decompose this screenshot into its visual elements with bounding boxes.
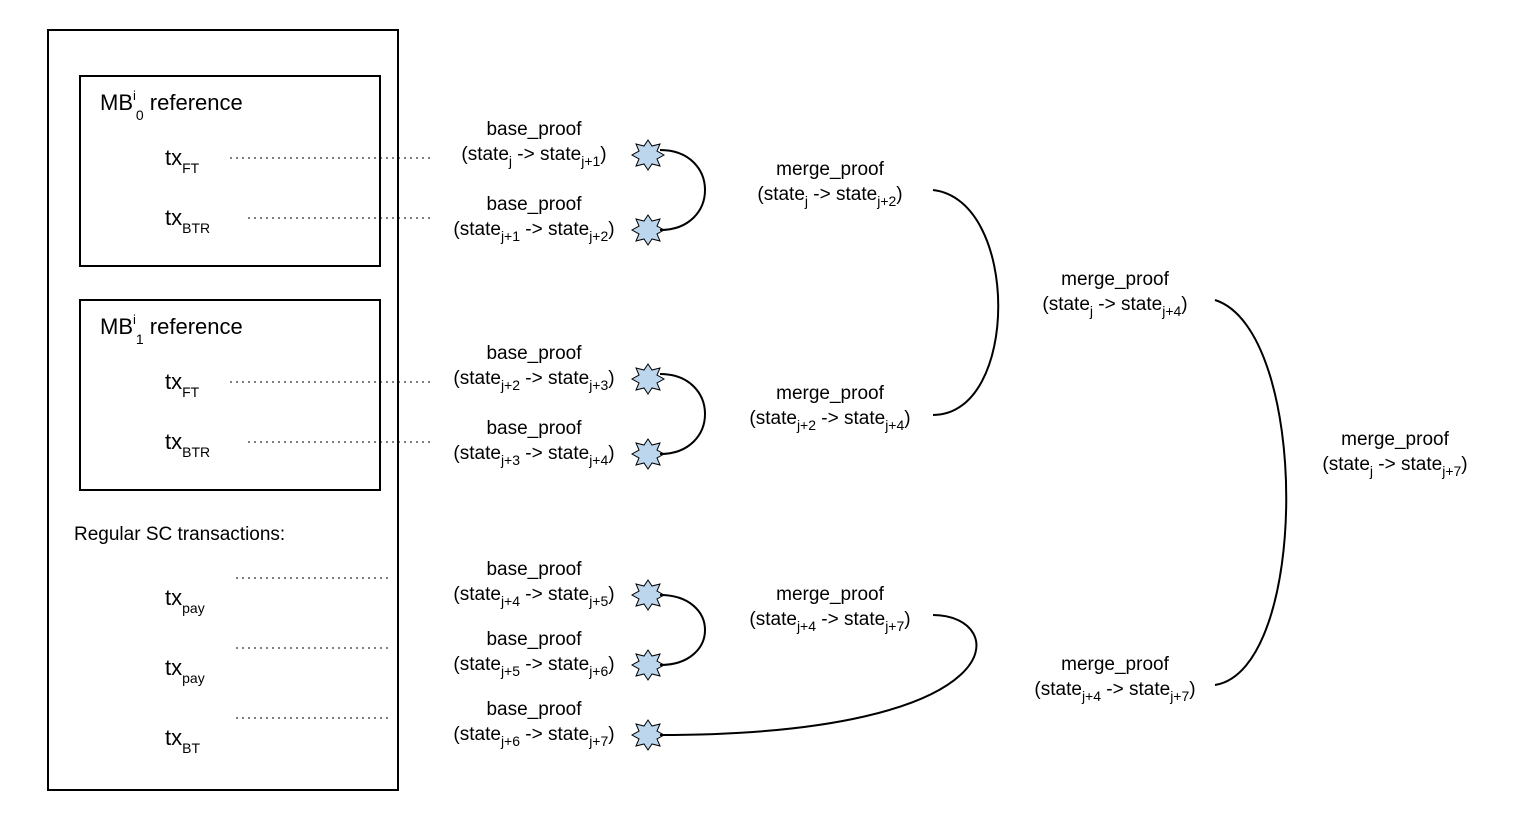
bp5-range: (statej+5 -> statej+6) — [453, 654, 614, 679]
bp2-label: base_proof — [486, 343, 582, 364]
bp6-range: (statej+6 -> statej+7) — [453, 724, 614, 749]
merge-curve-final — [1215, 300, 1286, 685]
mb0-title: MBi0 reference — [100, 88, 243, 123]
bp1-label: base_proof — [486, 194, 582, 215]
bp1-range: (statej+1 -> statej+2) — [453, 219, 614, 244]
mb1-tx-ft: txFT — [165, 369, 200, 400]
mp3-range: (statej -> statej+4) — [1042, 294, 1187, 319]
mp0-label: merge_proof — [776, 159, 884, 180]
bp4-range: (statej+4 -> statej+5) — [453, 584, 614, 609]
mp5-label: merge_proof — [1341, 429, 1449, 450]
merge-curve — [660, 374, 705, 454]
outer-box — [48, 30, 398, 790]
burst-icon — [632, 140, 664, 170]
mb0-tx-btr: txBTR — [165, 205, 210, 236]
bp0-range: (statej -> statej+1) — [461, 144, 606, 169]
burst-icon — [632, 580, 664, 610]
regular-label: Regular SC transactions: — [74, 524, 285, 545]
burst-icon — [632, 215, 664, 245]
bp6-label: base_proof — [486, 699, 582, 720]
mb1-tx-btr: txBTR — [165, 429, 210, 460]
mb0-tx-ft: txFT — [165, 145, 200, 176]
burst-icon — [632, 650, 664, 680]
bp3-range: (statej+3 -> statej+4) — [453, 443, 614, 468]
tx-bt: txBT — [165, 725, 200, 756]
mp2-range: (statej+4 -> statej+7) — [749, 609, 910, 634]
tx-pay-1: txpay — [165, 655, 205, 686]
mp1-label: merge_proof — [776, 383, 884, 404]
bp5-label: base_proof — [486, 629, 582, 650]
mp3-label: merge_proof — [1061, 269, 1169, 290]
bp3-label: base_proof — [486, 418, 582, 439]
mp4-label: merge_proof — [1061, 654, 1169, 675]
burst-icon — [632, 720, 664, 750]
tx-pay-0: txpay — [165, 585, 205, 616]
merge-curve — [660, 150, 705, 230]
burst-icon — [632, 364, 664, 394]
bp0-label: base_proof — [486, 119, 582, 140]
mp5-range: (statej -> statej+7) — [1322, 454, 1467, 479]
mp2-label: merge_proof — [776, 584, 884, 605]
merge-curve-l2 — [933, 190, 998, 415]
burst-icon — [632, 439, 664, 469]
bp2-range: (statej+2 -> statej+3) — [453, 368, 614, 393]
bp4-label: base_proof — [486, 559, 582, 580]
mp1-range: (statej+2 -> statej+4) — [749, 408, 910, 433]
merge-curve — [660, 595, 705, 665]
merge-curve-l2b — [660, 615, 976, 735]
mb1-title: MBi1 reference — [100, 312, 243, 347]
mp0-range: (statej -> statej+2) — [757, 184, 902, 209]
mp4-range: (statej+4 -> statej+7) — [1034, 679, 1195, 704]
